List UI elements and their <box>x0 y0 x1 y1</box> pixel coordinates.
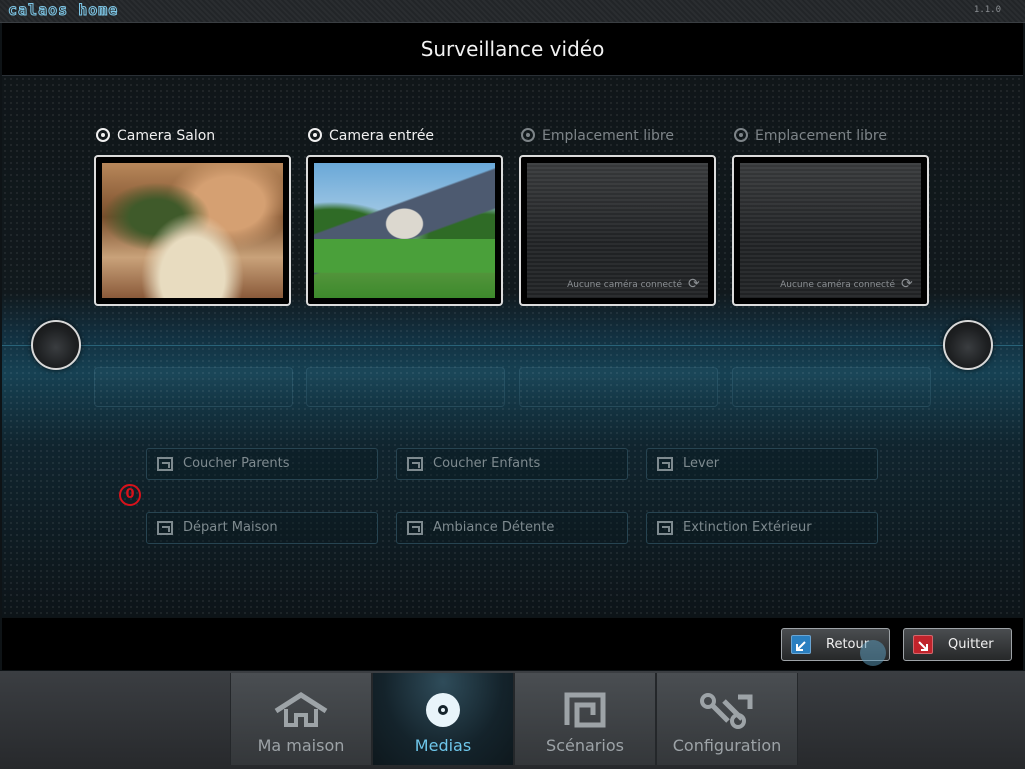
tab-medias[interactable]: Medias <box>372 673 514 765</box>
scenario-icon <box>407 521 423 535</box>
refresh-icon[interactable]: ⟳ <box>901 277 915 291</box>
camera-placeholder: Aucune caméra connecté ⟳ <box>740 163 921 298</box>
radio-icon <box>521 128 535 142</box>
camera-preview <box>102 163 283 298</box>
tab-scenarios[interactable]: Scénarios <box>514 673 656 765</box>
scenario-label: Lever <box>683 456 720 471</box>
scenario-button-extinction-exterieur[interactable]: Extinction Extérieur <box>646 512 878 544</box>
scenario-icon <box>657 521 673 535</box>
tab-label: Scénarios <box>546 736 624 755</box>
camera-label-text: Emplacement libre <box>542 128 674 144</box>
camera-label-text: Camera entrée <box>329 128 435 144</box>
tab-ma-maison[interactable]: Ma maison <box>230 673 372 765</box>
tile-reflection <box>732 367 931 407</box>
camera-label-free-2[interactable]: Emplacement libre <box>734 127 887 145</box>
camera-label-text: Emplacement libre <box>755 128 887 144</box>
camera-label-entree[interactable]: Camera entrée <box>308 127 434 145</box>
scenario-icon <box>157 521 173 535</box>
scenario-button-lever[interactable]: Lever <box>646 448 878 480</box>
radio-icon <box>96 128 110 142</box>
radio-icon <box>734 128 748 142</box>
app-logo: calaos home <box>7 1 119 19</box>
camera-label-text: Camera Salon <box>117 128 216 144</box>
tile-reflection <box>519 367 718 407</box>
camera-tile-empty-2[interactable]: Aucune caméra connecté ⟳ <box>732 155 929 306</box>
scenario-button-coucher-parents[interactable]: Coucher Parents <box>146 448 378 480</box>
scenario-counter-badge: 0 <box>119 484 141 506</box>
tab-configuration[interactable]: Configuration <box>656 673 798 765</box>
tab-label: Medias <box>414 736 472 755</box>
quit-arrow-icon <box>913 635 933 654</box>
page-title: Surveillance vidéo <box>420 37 605 61</box>
scenario-label: Extinction Extérieur <box>683 520 812 535</box>
scenario-icon <box>563 691 607 733</box>
divider-line <box>2 345 1023 346</box>
radio-icon <box>308 128 322 142</box>
quit-label: Quitter <box>948 637 994 652</box>
tools-icon <box>698 691 756 733</box>
no-camera-text: Aucune caméra connecté <box>780 280 895 290</box>
no-camera-text: Aucune caméra connecté <box>567 280 682 290</box>
camera-tile-salon[interactable] <box>94 155 291 306</box>
camera-label-salon[interactable]: Camera Salon <box>96 127 215 145</box>
scenario-label: Coucher Enfants <box>433 456 541 471</box>
tile-reflection <box>94 367 293 407</box>
tab-label: Configuration <box>672 736 782 755</box>
next-page-button[interactable] <box>943 320 993 370</box>
tile-reflection <box>306 367 505 407</box>
camera-placeholder: Aucune caméra connecté ⟳ <box>527 163 708 298</box>
scenario-label: Ambiance Détente <box>433 520 555 535</box>
scenario-button-ambiance-detente[interactable]: Ambiance Détente <box>396 512 628 544</box>
scenario-button-coucher-enfants[interactable]: Coucher Enfants <box>396 448 628 480</box>
main-content: Camera Salon Camera entrée Emplacement l… <box>2 76 1023 617</box>
app-version: 1.1.0 <box>973 5 1001 15</box>
refresh-icon[interactable]: ⟳ <box>688 277 702 291</box>
camera-tile-empty-1[interactable]: Aucune caméra connecté ⟳ <box>519 155 716 306</box>
back-arrow-icon <box>791 635 811 654</box>
scenario-icon <box>157 457 173 471</box>
scenario-icon <box>657 457 673 471</box>
disc-icon <box>424 691 462 733</box>
previous-page-button[interactable] <box>31 320 81 370</box>
scenario-label: Départ Maison <box>183 520 278 535</box>
camera-tile-entree[interactable] <box>306 155 503 306</box>
scenario-icon <box>407 457 423 471</box>
camera-preview <box>314 163 495 298</box>
scenario-label: Coucher Parents <box>183 456 290 471</box>
camera-label-free-1[interactable]: Emplacement libre <box>521 127 674 145</box>
page-header: Surveillance vidéo <box>2 23 1023 76</box>
bottom-tab-bar: Ma maison Medias Scénarios Configuration <box>0 671 1025 769</box>
tab-label: Ma maison <box>257 736 345 755</box>
touch-indicator <box>860 640 886 666</box>
scenario-button-depart-maison[interactable]: Départ Maison <box>146 512 378 544</box>
top-bar: calaos home 1.1.0 <box>0 0 1025 23</box>
house-icon <box>272 691 330 733</box>
quit-button[interactable]: Quitter <box>903 628 1012 661</box>
